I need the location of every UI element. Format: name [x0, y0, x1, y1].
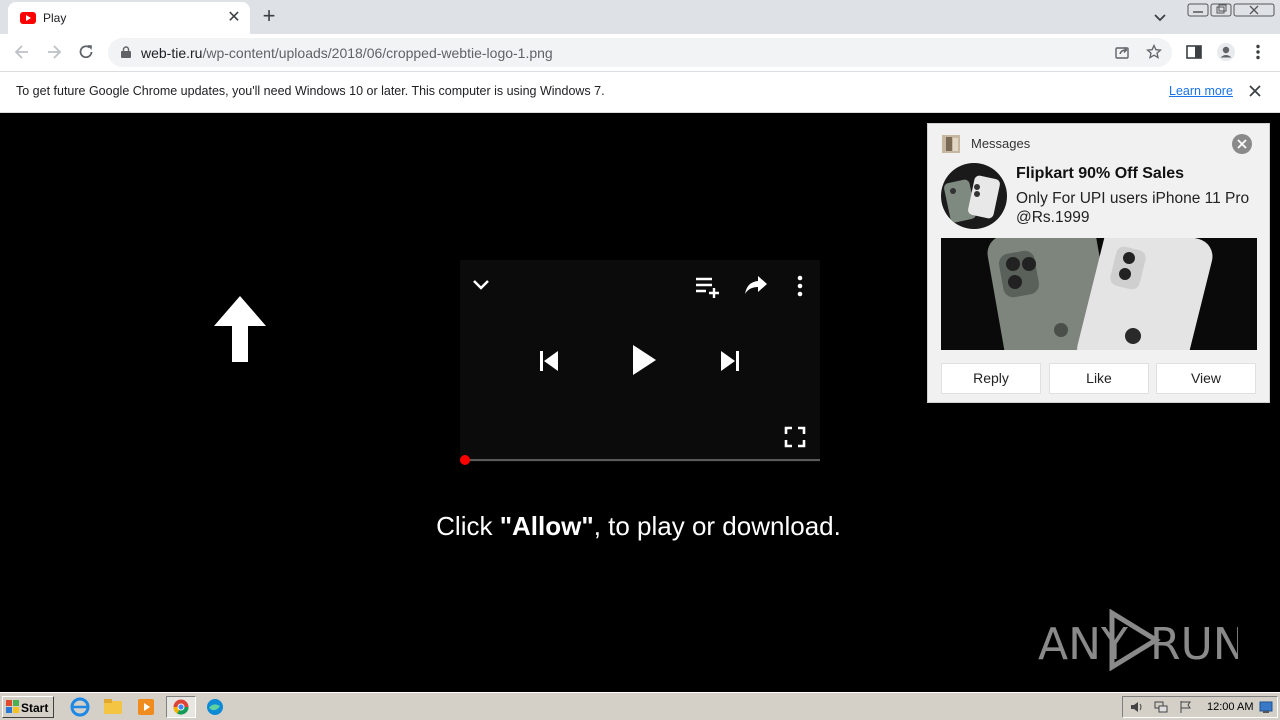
messages-app-icon	[942, 135, 960, 153]
windows-taskbar: Start 12:00 AM	[0, 692, 1280, 720]
progress-scrubber[interactable]	[460, 455, 470, 465]
edge-icon[interactable]	[203, 696, 227, 718]
share-page-icon[interactable]	[1114, 44, 1130, 60]
notification-app-name: Messages	[971, 136, 1031, 151]
youtube-icon	[20, 12, 36, 24]
chrome-taskbar-button[interactable]	[166, 696, 196, 718]
notification-view-button[interactable]: View	[1156, 363, 1256, 394]
volume-icon[interactable]	[1129, 700, 1145, 714]
skip-previous-icon[interactable]	[538, 349, 560, 373]
tab-search-icon[interactable]	[1152, 9, 1168, 25]
push-notification[interactable]: Messages Flipkart 90% Off Sales Only For…	[927, 123, 1270, 403]
close-window-icon	[1233, 3, 1275, 17]
show-desktop-icon[interactable]	[1259, 700, 1273, 714]
skip-next-icon[interactable]	[719, 349, 741, 373]
internet-explorer-icon[interactable]	[68, 696, 92, 718]
back-icon[interactable]	[12, 42, 32, 62]
infobar-message: To get future Google Chrome updates, you…	[16, 84, 605, 98]
page-content: Click "Allow", to play or download. Mess…	[0, 113, 1280, 692]
notification-close-icon[interactable]	[1231, 133, 1253, 155]
fullscreen-icon[interactable]	[784, 426, 806, 448]
start-label: Start	[21, 701, 49, 715]
forward-icon[interactable]	[44, 42, 64, 62]
video-player[interactable]	[460, 260, 820, 465]
notification-like-button[interactable]: Like	[1049, 363, 1149, 394]
new-tab-button[interactable]: +	[258, 5, 280, 28]
progress-track[interactable]	[460, 459, 820, 461]
action-center-flag-icon[interactable]	[1178, 700, 1194, 714]
media-player-icon[interactable]	[134, 696, 158, 718]
menu-kebab-icon[interactable]	[1248, 42, 1268, 62]
chevron-down-icon[interactable]	[470, 274, 492, 296]
playlist-add-icon[interactable]	[694, 274, 722, 298]
iphone-promo-image	[941, 238, 1257, 350]
notification-hero-image	[941, 238, 1257, 350]
iphone-thumbnail-icon	[944, 175, 1000, 223]
browser-tab[interactable]: Play ✕	[8, 2, 250, 34]
arrow-up-icon	[214, 296, 266, 362]
more-vert-icon[interactable]	[790, 274, 810, 298]
infobar-close-icon[interactable]	[1246, 82, 1264, 100]
restore-icon	[1210, 3, 1232, 17]
profile-avatar-icon[interactable]	[1216, 42, 1236, 62]
tab-close-icon[interactable]: ✕	[226, 10, 242, 26]
browser-toolbar: web-tie.ru/wp-content/uploads/2018/06/cr…	[0, 34, 1280, 72]
share-icon[interactable]	[744, 274, 768, 296]
taskbar-clock[interactable]: 12:00 AM	[1207, 701, 1253, 713]
watermark-text-right: RUN	[1150, 619, 1238, 670]
file-explorer-icon[interactable]	[101, 696, 125, 718]
bookmark-star-icon[interactable]	[1146, 44, 1162, 60]
notification-title: Flipkart 90% Off Sales	[1016, 165, 1185, 182]
network-icon[interactable]	[1153, 700, 1169, 714]
reload-icon[interactable]	[76, 42, 96, 62]
notification-body: Only For UPI users iPhone 11 Pro @Rs.199…	[1016, 190, 1250, 226]
address-bar[interactable]: web-tie.ru/wp-content/uploads/2018/06/cr…	[108, 38, 1172, 67]
start-button[interactable]: Start	[2, 696, 54, 718]
url-text: web-tie.ru/wp-content/uploads/2018/06/cr…	[141, 45, 553, 61]
play-icon[interactable]	[630, 344, 658, 376]
window-controls	[1187, 3, 1275, 17]
system-tray: 12:00 AM	[1122, 696, 1278, 718]
windows-logo-icon	[6, 700, 19, 713]
watermark-text-left: ANY	[1038, 619, 1128, 670]
tab-title: Play	[43, 11, 67, 25]
notification-avatar	[941, 163, 1007, 229]
lock-icon[interactable]	[121, 46, 131, 58]
side-panel-icon[interactable]	[1184, 42, 1204, 62]
allow-prompt-text: Click "Allow", to play or download.	[436, 511, 841, 541]
update-infobar: To get future Google Chrome updates, you…	[0, 72, 1280, 113]
anyrun-watermark: ANY RUN	[1038, 609, 1238, 671]
chrome-icon	[173, 699, 189, 715]
tab-strip: Play ✕ +	[0, 0, 1280, 34]
notification-reply-button[interactable]: Reply	[941, 363, 1041, 394]
minimize-icon	[1187, 3, 1209, 17]
learn-more-link[interactable]: Learn more	[1169, 84, 1233, 98]
